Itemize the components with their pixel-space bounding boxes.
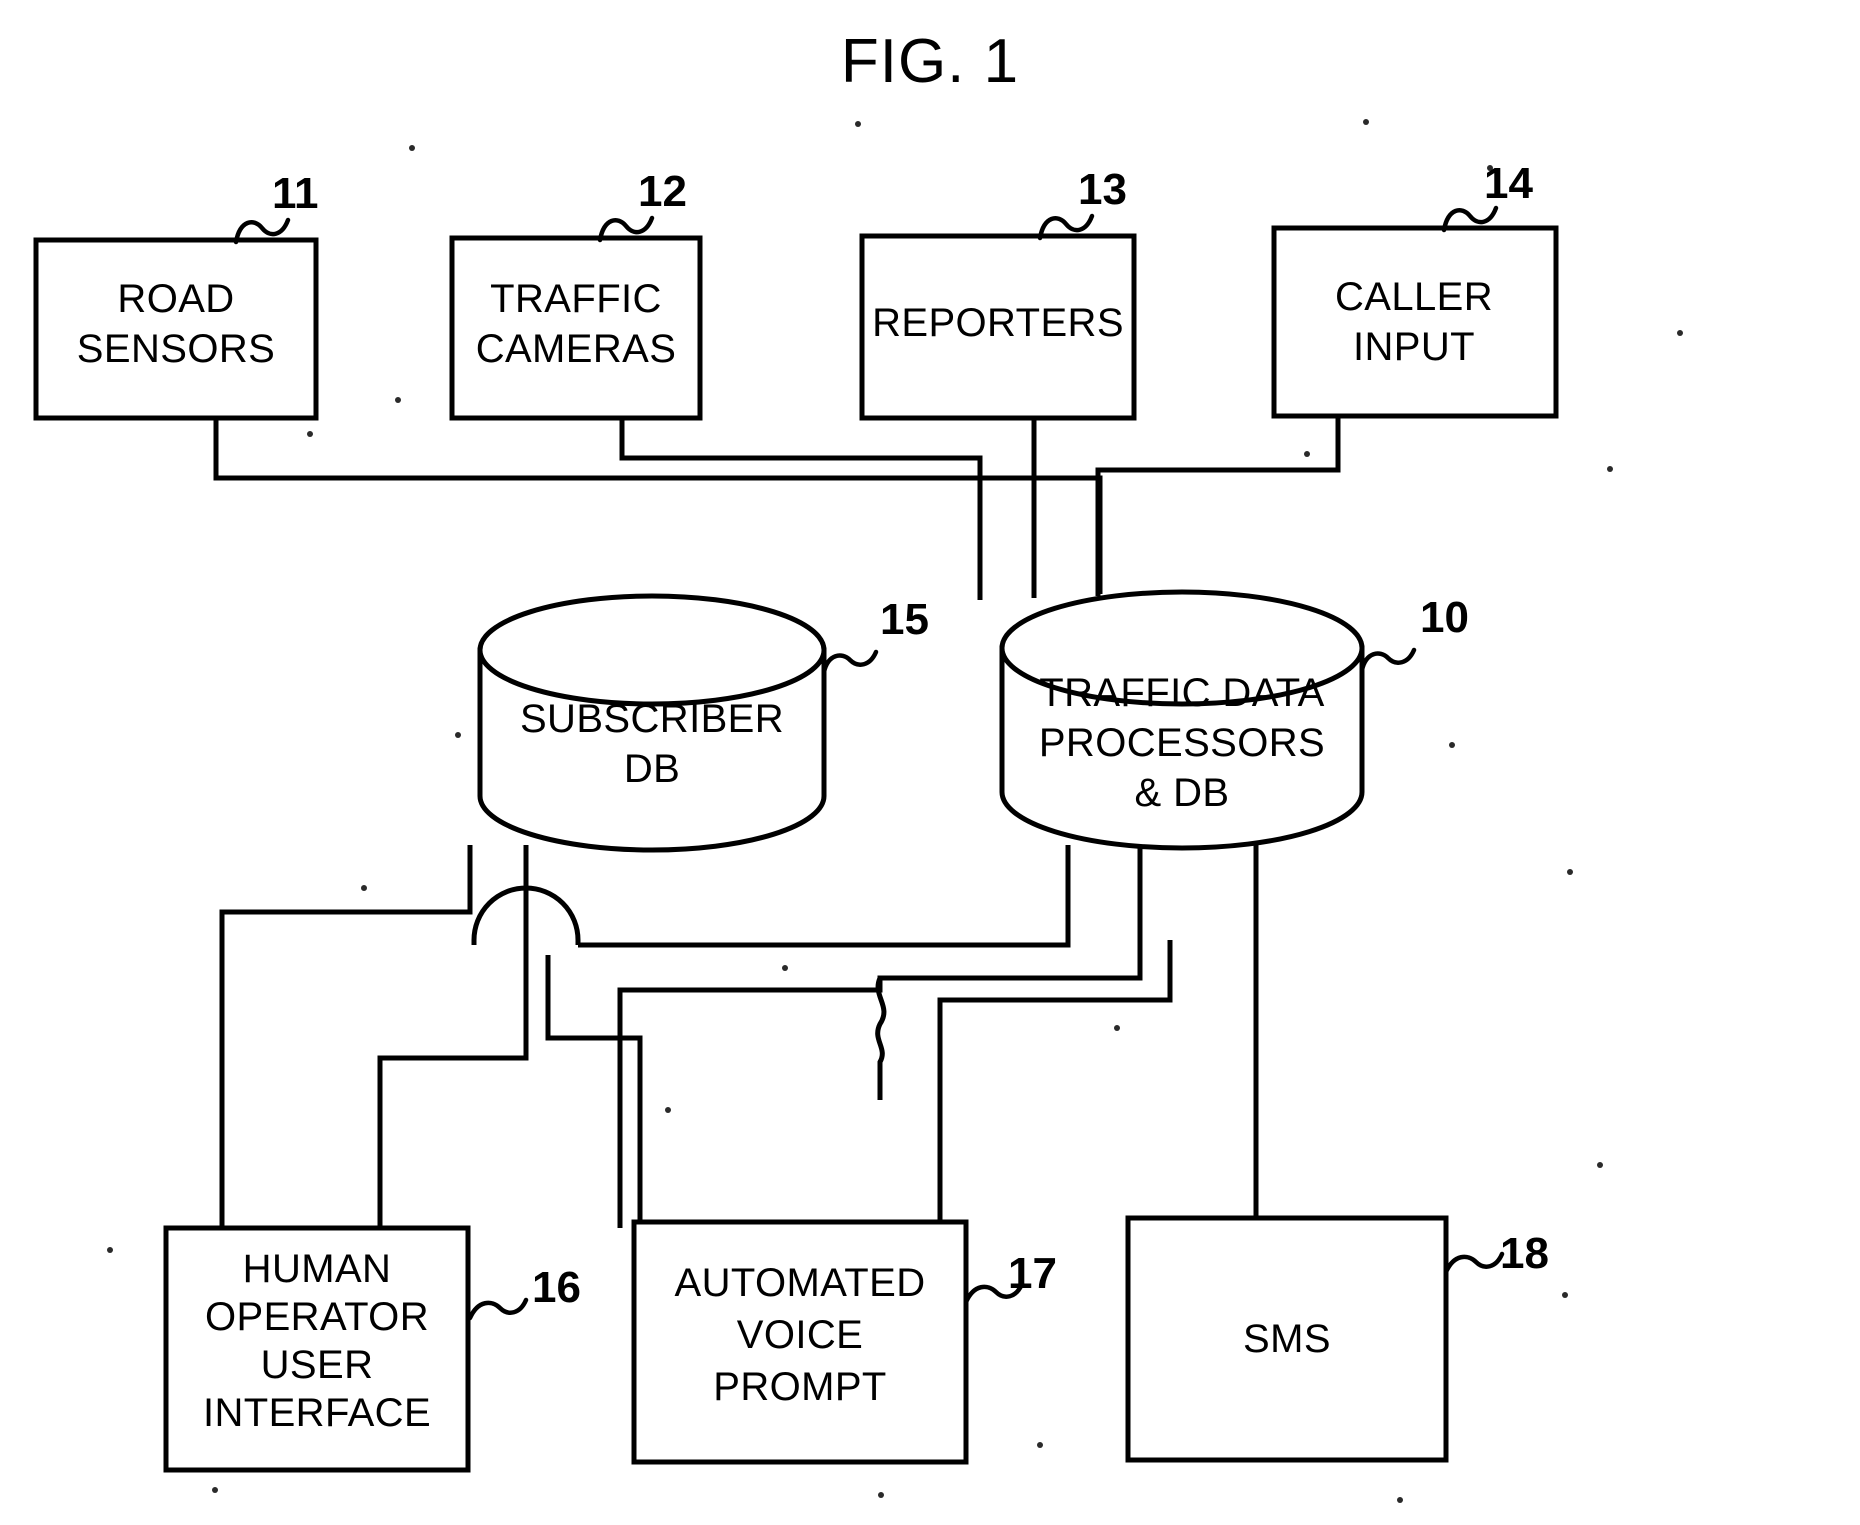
- automated-voice-prompt-ref-number: 17: [1008, 1249, 1057, 1298]
- wire-kink-detail: [875, 976, 887, 1100]
- traffic-data-processors-label-line1: TRAFFIC DATA: [1039, 671, 1325, 715]
- wire-subscriber-db-to-voice-prompt: [377, 1000, 529, 1228]
- wire-road-sensors-to-processors: [213, 418, 1103, 594]
- human-operator-ui-ref-number: 16: [532, 1263, 581, 1312]
- subscriber-db-leader-squiggle: [821, 649, 879, 675]
- node-human-operator-ui[interactable]: HUMAN OPERATOR USER INTERFACE 16: [163, 1225, 581, 1473]
- automated-voice-prompt-label-line1: AUTOMATED: [674, 1261, 925, 1305]
- reporters-ref-number: 13: [1078, 165, 1127, 214]
- caller-input-box[interactable]: [1271, 225, 1559, 419]
- node-traffic-data-processors[interactable]: TRAFFIC DATA PROCESSORS & DB 10: [999, 589, 1469, 851]
- subscriber-db-ref-number: 15: [880, 595, 929, 644]
- figure-canvas: FIG. 1 ROAD SENSORS 11 TRAFFIC CAMERAS 1…: [33, 27, 1683, 1503]
- caller-input-ref-number: 14: [1484, 159, 1533, 208]
- patent-figure: FIG. 1 ROAD SENSORS 11 TRAFFIC CAMERAS 1…: [0, 0, 1860, 1525]
- sms-leader-squiggle: [1443, 1251, 1505, 1275]
- automated-voice-prompt-label-line2: VOICE: [737, 1313, 863, 1357]
- node-traffic-cameras[interactable]: TRAFFIC CAMERAS 12: [449, 167, 703, 421]
- node-reporters[interactable]: REPORTERS 13: [859, 165, 1137, 421]
- sms-label-line1: SMS: [1243, 1317, 1331, 1361]
- subscriber-db-label-line2: DB: [624, 747, 680, 791]
- human-operator-ui-label-line3: USER: [261, 1343, 374, 1387]
- figure-title: FIG. 1: [841, 27, 1019, 96]
- caller-input-label-line1: CALLER: [1335, 275, 1493, 319]
- traffic-data-processors-label-line2: PROCESSORS: [1039, 721, 1325, 765]
- wire-subscriber-db-lower-branch: [545, 955, 643, 1228]
- node-sms[interactable]: SMS 18: [1125, 1215, 1549, 1463]
- automated-voice-prompt-label-line3: PROMPT: [713, 1365, 887, 1409]
- node-road-sensors[interactable]: ROAD SENSORS 11: [33, 169, 319, 421]
- subscriber-db-label-line1: SUBSCRIBER: [520, 697, 784, 741]
- wire-processors-to-human-operator: [578, 845, 1071, 948]
- traffic-data-processors-leader-squiggle: [1359, 647, 1417, 673]
- road-sensors-label-line2: SENSORS: [77, 327, 275, 371]
- node-automated-voice-prompt[interactable]: AUTOMATED VOICE PROMPT 17: [631, 1219, 1057, 1465]
- human-operator-ui-leader-squiggle: [467, 1297, 529, 1321]
- wire-processors-lower-crossbar: [937, 940, 1173, 1228]
- node-subscriber-db[interactable]: SUBSCRIBER DB 15: [477, 593, 929, 853]
- traffic-cameras-label-line1: TRAFFIC: [490, 277, 662, 321]
- human-operator-ui-label-line1: HUMAN: [243, 1247, 392, 1291]
- traffic-cameras-label-line2: CAMERAS: [476, 327, 677, 371]
- human-operator-ui-label-line2: OPERATOR: [205, 1295, 429, 1339]
- caller-input-label-line2: INPUT: [1353, 325, 1475, 369]
- human-operator-ui-label-line4: INTERFACE: [203, 1391, 431, 1435]
- sms-ref-number: 18: [1500, 1229, 1549, 1278]
- reporters-label-line1: REPORTERS: [872, 301, 1124, 345]
- road-sensors-ref-number: 11: [272, 169, 319, 218]
- traffic-data-processors-label-line3: & DB: [1135, 771, 1230, 815]
- traffic-cameras-ref-number: 12: [638, 167, 687, 216]
- road-sensors-label-line1: ROAD: [117, 277, 234, 321]
- wire-caller-input-to-processors: [1095, 418, 1341, 596]
- node-caller-input[interactable]: CALLER INPUT 14: [1271, 159, 1559, 419]
- wire-traffic-cameras-to-processors: [619, 418, 983, 600]
- subscriber-db-cylinder-top: [477, 593, 827, 707]
- traffic-data-processors-ref-number: 10: [1420, 593, 1469, 642]
- wire-subscriber-db-to-human-operator: [219, 845, 473, 1228]
